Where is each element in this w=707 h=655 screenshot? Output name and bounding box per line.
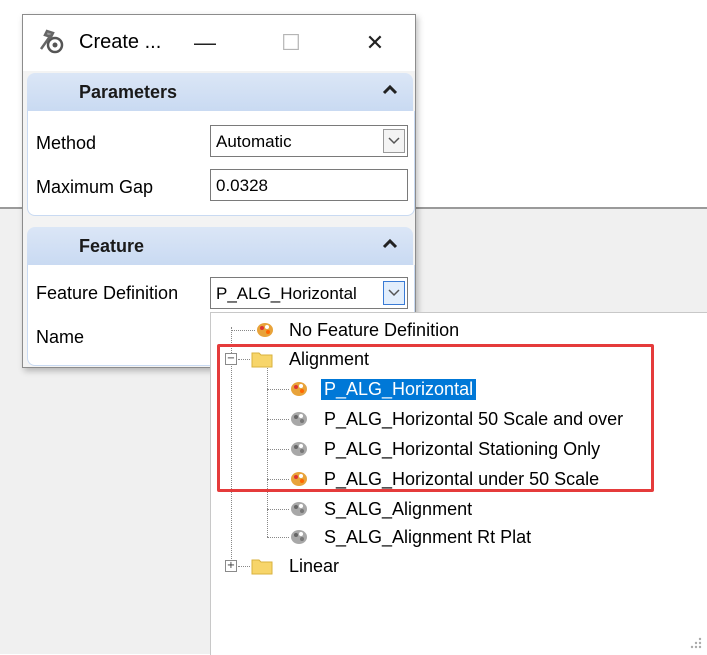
feature-palette-gray-icon [291,530,307,544]
method-dropdown-button[interactable] [383,129,405,153]
max-gap-input[interactable]: 0.0328 [210,169,408,201]
parameters-section-body: Method Automatic Maximum Gap 0.0328 [27,111,415,216]
feature-definition-dropdown-button[interactable] [383,281,405,305]
feature-definition-label: Feature Definition [36,283,179,303]
feature-section-header[interactable]: Feature [27,227,413,265]
expand-icon[interactable]: + [225,560,237,572]
tree-connector [231,330,255,331]
tree-item-label: S_ALG_Alignment [324,499,473,519]
title-bar[interactable]: Create ... — ☐ ✕ [23,15,415,71]
folder-icon [251,559,273,575]
tree-item-label: Linear [289,556,340,576]
method-label: Method [36,133,97,153]
chevron-down-icon [388,289,400,297]
tree-item[interactable]: S_ALG_Alignment [211,496,707,522]
tree-connector [238,566,250,567]
feature-palette-icon [257,323,273,337]
parameters-header-label: Parameters [79,82,178,102]
maximize-icon: ☐ [281,30,301,55]
tree-item[interactable]: S_ALG_Alignment Rt Plat [211,524,707,550]
feature-palette-gray-icon [291,502,307,516]
dialog-title: Create ... [79,31,162,53]
tree-item[interactable]: + Linear [211,553,707,579]
tree-item-label: No Feature Definition [289,320,460,340]
feature-definition-select[interactable]: P_ALG_Horizontal [210,277,408,309]
tree-item-label: S_ALG_Alignment Rt Plat [324,527,532,547]
method-select[interactable]: Automatic [210,125,408,157]
close-button[interactable]: ✕ [353,23,397,63]
minimize-button[interactable]: — [183,23,227,63]
max-gap-value: 0.0328 [216,176,268,195]
parameters-section-header[interactable]: Parameters [27,73,413,111]
minimize-icon: — [194,30,216,55]
max-gap-label: Maximum Gap [36,177,154,197]
close-icon: ✕ [365,30,385,55]
chevron-down-icon [388,137,400,145]
chevron-up-icon[interactable] [381,235,399,253]
annotation-highlight-box [217,344,654,492]
method-value: Automatic [216,132,292,151]
tree-item[interactable]: No Feature Definition [211,317,707,343]
wrench-gear-icon [39,29,64,54]
tree-connector [267,537,289,538]
resize-grip-icon[interactable] [688,635,702,649]
chevron-up-icon[interactable] [381,81,399,99]
feature-definition-value: P_ALG_Horizontal [216,284,357,303]
tree-connector [267,509,289,510]
feature-header-label: Feature [79,236,145,256]
name-label: Name [36,327,85,347]
maximize-button[interactable]: ☐ [269,23,313,63]
